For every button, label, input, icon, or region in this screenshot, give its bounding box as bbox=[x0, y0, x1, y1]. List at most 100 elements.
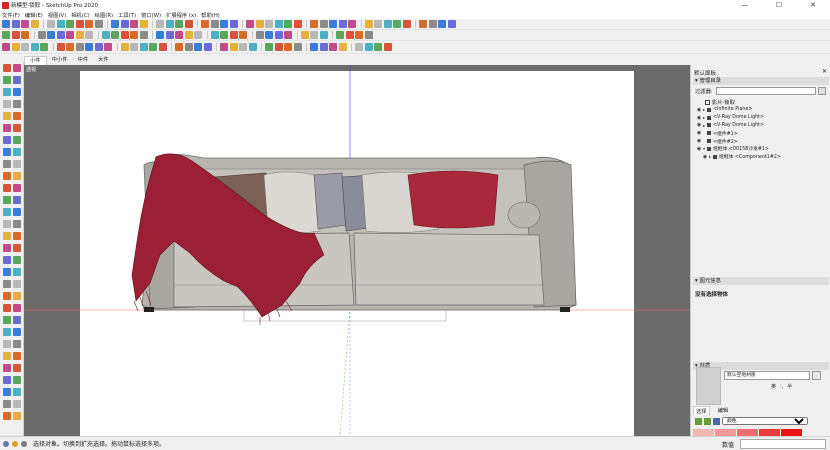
palette-tool-icon[interactable] bbox=[3, 220, 11, 228]
palette-tool-icon[interactable] bbox=[3, 148, 11, 156]
toolbar-tool-icon[interactable] bbox=[184, 43, 193, 51]
toolbar-tool-icon[interactable] bbox=[274, 20, 283, 28]
toolbar-tool-icon[interactable] bbox=[66, 20, 74, 28]
toolbar-tool-icon[interactable] bbox=[210, 20, 219, 28]
palette-tool-icon[interactable] bbox=[3, 244, 11, 252]
scene-tab-medium[interactable]: 中件 bbox=[73, 56, 94, 65]
toolbar-tool-icon[interactable] bbox=[40, 43, 48, 51]
menu-draw[interactable]: 绘图(R) bbox=[95, 11, 113, 19]
toolbar-tool-icon[interactable] bbox=[246, 20, 254, 28]
toolbar-tool-icon[interactable] bbox=[194, 31, 202, 39]
toolbar-tool-icon[interactable] bbox=[75, 31, 84, 39]
toolbar-tool-icon[interactable] bbox=[419, 20, 427, 28]
toolbar-tool-icon[interactable] bbox=[265, 43, 273, 51]
toolbar-tool-icon[interactable] bbox=[85, 43, 93, 51]
palette-tool-icon[interactable] bbox=[13, 376, 21, 384]
palette-tool-icon[interactable] bbox=[13, 400, 21, 408]
toolbar-tool-icon[interactable] bbox=[293, 43, 302, 51]
toolbar-tool-icon[interactable] bbox=[2, 31, 10, 39]
toolbar-tool-icon[interactable] bbox=[120, 43, 129, 51]
toolbar-tool-icon[interactable] bbox=[75, 20, 84, 28]
scene-tab-medium-small[interactable]: 中小件 bbox=[47, 56, 73, 65]
visibility-eye-icon[interactable]: ◉ bbox=[695, 138, 703, 144]
toolbar-tool-icon[interactable] bbox=[111, 31, 119, 39]
toolbar-tool-icon[interactable] bbox=[319, 43, 328, 51]
palette-tool-icon[interactable] bbox=[3, 304, 11, 312]
palette-tool-icon[interactable] bbox=[13, 328, 21, 336]
toolbar-tool-icon[interactable] bbox=[47, 31, 55, 39]
toolbar-tool-icon[interactable] bbox=[94, 43, 103, 51]
toolbar-tool-icon[interactable] bbox=[393, 20, 401, 28]
palette-tool-icon[interactable] bbox=[3, 268, 11, 276]
palette-tool-icon[interactable] bbox=[3, 280, 11, 288]
toolbar-tool-icon[interactable] bbox=[229, 20, 238, 28]
palette-tool-icon[interactable] bbox=[13, 244, 21, 252]
palette-tool-icon[interactable] bbox=[13, 340, 21, 348]
home-icon[interactable] bbox=[713, 417, 720, 425]
toolbar-tool-icon[interactable] bbox=[293, 20, 302, 28]
palette-tool-icon[interactable] bbox=[13, 196, 21, 204]
toolbar-tool-icon[interactable] bbox=[21, 31, 29, 39]
toolbar-tool-icon[interactable] bbox=[158, 43, 167, 51]
outliner-root[interactable]: 影片·锁取 bbox=[705, 98, 735, 106]
toolbar-tool-icon[interactable] bbox=[130, 20, 138, 28]
palette-tool-icon[interactable] bbox=[3, 388, 11, 396]
library-select[interactable]: 颜色 bbox=[722, 417, 808, 425]
toolbar-tool-icon[interactable] bbox=[364, 43, 373, 51]
toolbar-tool-icon[interactable] bbox=[374, 20, 382, 28]
model-viewport[interactable]: 透视 bbox=[24, 65, 690, 436]
menu-file[interactable]: 文件(F) bbox=[2, 11, 20, 19]
maximize-button[interactable]: ☐ bbox=[762, 0, 796, 10]
palette-tool-icon[interactable] bbox=[13, 160, 21, 168]
outliner-row[interactable]: ◉ ▸ <V-Ray Dome Light> bbox=[695, 114, 829, 122]
palette-tool-icon[interactable] bbox=[13, 316, 21, 324]
toolbar-tool-icon[interactable] bbox=[338, 20, 347, 28]
toolbar-tool-icon[interactable] bbox=[319, 31, 328, 39]
toolbar-tool-icon[interactable] bbox=[85, 31, 93, 39]
menu-help[interactable]: 帮助(H) bbox=[201, 11, 220, 19]
toolbar-tool-icon[interactable] bbox=[75, 43, 84, 51]
create-material-icon[interactable] bbox=[812, 371, 821, 380]
outliner-row[interactable]: ◉ <组件#1> bbox=[695, 129, 829, 137]
toolbar-tool-icon[interactable] bbox=[203, 43, 212, 51]
toolbar-tool-icon[interactable] bbox=[184, 20, 193, 28]
toolbar-tool-icon[interactable] bbox=[21, 20, 29, 28]
visibility-eye-icon[interactable]: ◉ bbox=[695, 130, 703, 136]
close-button[interactable]: ✕ bbox=[796, 0, 830, 10]
palette-tool-icon[interactable] bbox=[13, 364, 21, 372]
toolbar-tool-icon[interactable] bbox=[310, 43, 318, 51]
toolbar-tool-icon[interactable] bbox=[175, 20, 183, 28]
toolbar-tool-icon[interactable] bbox=[428, 20, 437, 28]
palette-tool-icon[interactable] bbox=[3, 232, 11, 240]
outliner-row[interactable]: ◉ ▸ <V-Ray Dome Light> bbox=[695, 122, 829, 130]
palette-tool-icon[interactable] bbox=[13, 280, 21, 288]
menu-extensions[interactable]: 扩展程序 (x) bbox=[166, 11, 196, 19]
toolbar-tool-icon[interactable] bbox=[139, 31, 148, 39]
palette-tool-icon[interactable] bbox=[13, 64, 21, 72]
visibility-eye-icon[interactable]: ◉ bbox=[695, 146, 703, 152]
toolbar-tool-icon[interactable] bbox=[220, 43, 228, 51]
toolbar-tool-icon[interactable] bbox=[111, 20, 119, 28]
toolbar-tool-icon[interactable] bbox=[120, 31, 129, 39]
toolbar-tool-icon[interactable] bbox=[248, 43, 257, 51]
toolbar-tool-icon[interactable] bbox=[56, 43, 65, 51]
outliner-row[interactable]: ◉ <组件#2> bbox=[695, 137, 829, 145]
toolbar-tool-icon[interactable] bbox=[184, 31, 193, 39]
palette-tool-icon[interactable] bbox=[3, 208, 11, 216]
toolbar-tool-icon[interactable] bbox=[364, 20, 373, 28]
outliner-row[interactable]: ◉ ▸ 组框体 <Component1#2> bbox=[695, 153, 829, 161]
menu-edit[interactable]: 编辑(E) bbox=[25, 11, 43, 19]
toolbar-tool-icon[interactable] bbox=[120, 20, 129, 28]
user-icon[interactable] bbox=[21, 440, 27, 447]
palette-tool-icon[interactable] bbox=[3, 316, 11, 324]
palette-tool-icon[interactable] bbox=[13, 388, 21, 396]
toolbar-tool-icon[interactable] bbox=[66, 31, 74, 39]
palette-tool-icon[interactable] bbox=[13, 292, 21, 300]
material-name-field[interactable]: 默认空地材质 bbox=[724, 371, 810, 380]
palette-tool-icon[interactable] bbox=[3, 196, 11, 204]
toolbar-tool-icon[interactable] bbox=[11, 43, 20, 51]
toolbar-tool-icon[interactable] bbox=[85, 20, 93, 28]
toolbar-tool-icon[interactable] bbox=[336, 31, 344, 39]
visibility-eye-icon[interactable]: ◉ bbox=[695, 122, 703, 128]
toolbar-tool-icon[interactable] bbox=[239, 43, 247, 51]
